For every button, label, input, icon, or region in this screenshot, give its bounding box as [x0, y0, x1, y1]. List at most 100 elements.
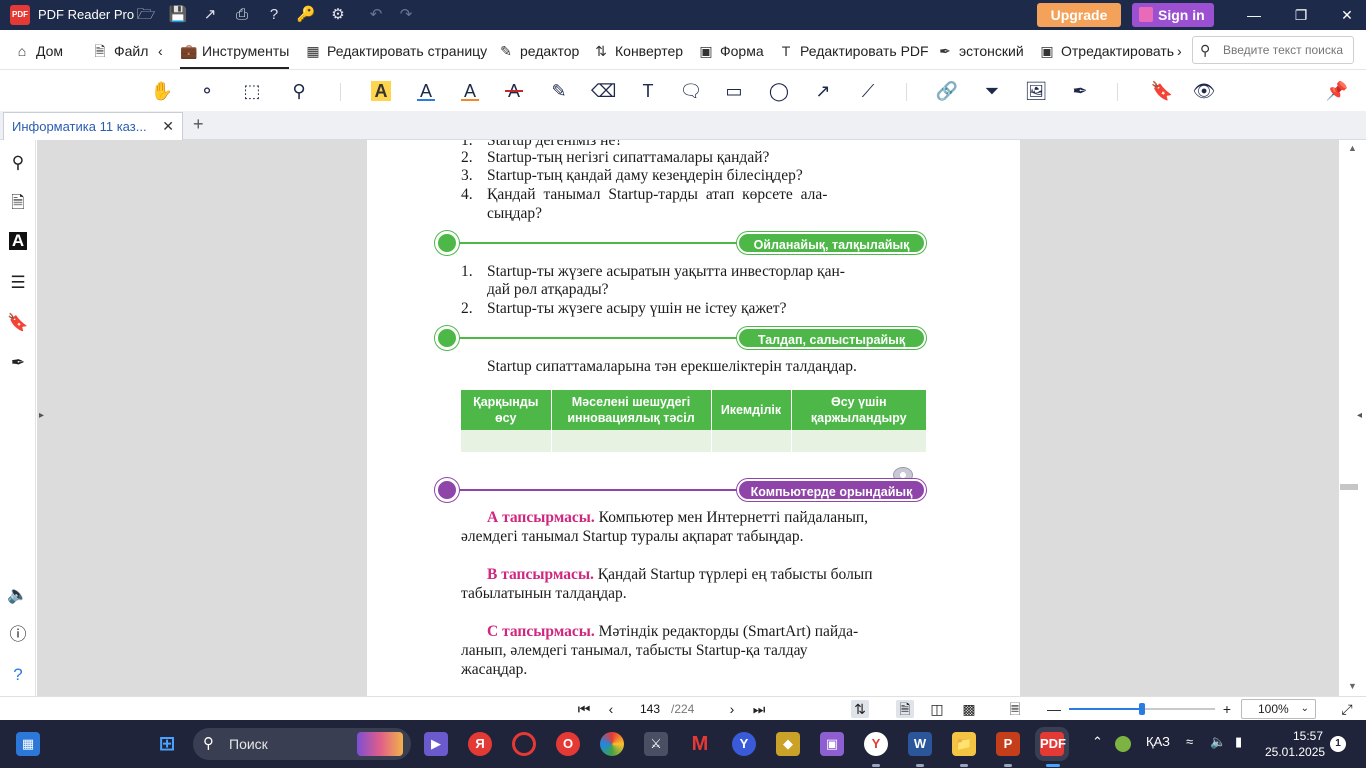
next-page-icon[interactable]: ›	[723, 700, 741, 718]
collapse-right-panel-icon[interactable]: ◂	[1357, 410, 1365, 422]
zoom-slider[interactable]	[1069, 703, 1215, 715]
minimize-icon[interactable]: —	[1244, 5, 1264, 25]
menu-redact[interactable]: ▣ Отредактировать	[1039, 41, 1174, 61]
page-rotate-icon[interactable]: 🗏	[1006, 700, 1024, 718]
read-aloud-icon[interactable]: 🔈	[7, 584, 29, 606]
hand-tool-icon[interactable]: ✋	[150, 79, 174, 103]
y-app-icon[interactable]: Y	[732, 732, 756, 756]
menu-scroll-right[interactable]: ›	[1177, 41, 1182, 61]
menu-home[interactable]: ⌂ Дом	[14, 41, 63, 61]
upgrade-button[interactable]: Upgrade	[1037, 3, 1121, 27]
pdf-reader-pro-icon[interactable]: PDF	[1040, 732, 1066, 756]
search-input[interactable]	[1223, 41, 1349, 59]
menu-scroll-left[interactable]: ‹	[158, 41, 163, 61]
rectangle-icon[interactable]: ▭	[722, 79, 746, 103]
search-panel-icon[interactable]: ⚲	[7, 152, 29, 174]
annotations-icon[interactable]: A	[9, 232, 27, 250]
yandex-browser-icon[interactable]: Y	[864, 732, 888, 756]
menu-edit-pdf[interactable]: T Редактировать PDF	[778, 41, 929, 61]
document-tab[interactable]: Информатика 11 каз... ✕	[3, 112, 183, 140]
file-explorer-icon[interactable]: 📁	[952, 732, 976, 756]
zoom-out-icon[interactable]: —	[1045, 700, 1063, 718]
opera-gx-icon[interactable]: O	[556, 732, 580, 756]
signature-icon[interactable]: ✒	[1068, 79, 1092, 103]
menu-sign[interactable]: ✒ эстонский	[937, 41, 1024, 61]
start-menu-icon[interactable]: ⊞	[155, 732, 179, 756]
meet-icon[interactable]: ▶	[424, 732, 448, 756]
info-icon[interactable]: ⓘ	[7, 624, 29, 646]
help-circle-icon[interactable]: ?	[7, 664, 29, 686]
word-icon[interactable]: W	[908, 732, 932, 756]
circle-icon[interactable]: ◯	[767, 79, 791, 103]
last-page-icon[interactable]: ⏭	[750, 700, 768, 718]
close-tab-icon[interactable]: ✕	[162, 118, 174, 135]
bookmarks-icon[interactable]: 🔖	[7, 312, 29, 334]
tray-expand-icon[interactable]: ⌃	[1092, 734, 1103, 750]
tray-app-icon[interactable]	[1115, 736, 1131, 752]
current-page-field[interactable]: 143	[631, 700, 669, 718]
binance-icon[interactable]: ◆	[776, 732, 800, 756]
yandex-icon[interactable]: Я	[468, 732, 492, 756]
scroll-up-icon[interactable]: ▲	[1348, 143, 1357, 153]
link-icon[interactable]: 🔗	[935, 79, 959, 103]
stamp-icon[interactable]: ⏷	[980, 79, 1004, 103]
zoom-in-icon[interactable]: +	[1218, 700, 1236, 718]
squiggly-text-icon[interactable]: A	[458, 79, 482, 103]
volume-icon[interactable]: 🔈	[1210, 734, 1226, 750]
eye-icon[interactable]: 👁	[1192, 79, 1216, 103]
continuous-scroll-icon[interactable]: ▩	[960, 700, 978, 718]
text-box-icon[interactable]: T	[636, 79, 660, 103]
signatures-icon[interactable]: ✒	[7, 352, 29, 374]
key-icon[interactable]: 🔑	[296, 5, 316, 25]
outline-icon[interactable]: ☰	[7, 272, 29, 294]
underline-text-icon[interactable]: A	[414, 79, 438, 103]
settings-icon[interactable]: ⚙	[328, 5, 348, 25]
battery-icon[interactable]: ▮	[1235, 734, 1242, 750]
menu-tools[interactable]: 💼 Инструменты	[180, 41, 290, 69]
save-icon[interactable]: 💾	[168, 5, 188, 25]
share-icon[interactable]: ↗	[200, 5, 220, 25]
select-text-icon[interactable]: ⚬	[195, 79, 219, 103]
strikeout-text-icon[interactable]: A	[502, 79, 526, 103]
mcafee-icon[interactable]: M	[688, 732, 712, 756]
redo-icon[interactable]: ↷	[396, 5, 416, 25]
highlight-text-icon[interactable]: A	[371, 81, 391, 101]
clock[interactable]: 15:57 25.01.2025	[1265, 728, 1325, 760]
menu-edit-page[interactable]: ▦ Редактировать страницу	[305, 41, 487, 61]
taskbar-search[interactable]: ⚲ Поиск	[193, 728, 411, 760]
zoom-area-icon[interactable]: ⚲	[287, 79, 311, 103]
notification-badge[interactable]: 1	[1330, 736, 1346, 752]
game-shield-icon[interactable]: ⚔	[644, 732, 668, 756]
menu-file[interactable]: 🗎 Файл	[92, 41, 148, 61]
first-page-icon[interactable]: ⏮	[575, 700, 593, 718]
line-icon[interactable]: ⟋	[856, 79, 880, 103]
scroll-down-icon[interactable]: ▼	[1348, 681, 1357, 691]
thumbnails-icon[interactable]: 🗎	[7, 192, 29, 214]
menu-form[interactable]: ▣ Форма	[698, 41, 763, 61]
language-indicator[interactable]: ҚАЗ	[1146, 734, 1170, 749]
gamepad-icon[interactable]: ▣	[820, 732, 844, 756]
zoom-slider-knob[interactable]	[1139, 703, 1145, 715]
prev-page-icon[interactable]: ‹	[602, 700, 620, 718]
area-select-icon[interactable]: ⬚	[240, 79, 264, 103]
fullscreen-icon[interactable]: ⤢	[1338, 700, 1356, 718]
bookmark-icon[interactable]: 🔖	[1150, 79, 1174, 103]
help-icon[interactable]: ?	[264, 5, 284, 25]
powerpoint-icon[interactable]: P	[996, 732, 1020, 756]
widgets-icon[interactable]: ▦	[16, 732, 40, 756]
two-page-icon[interactable]: ◫	[928, 700, 946, 718]
wifi-icon[interactable]: ≈	[1186, 734, 1193, 749]
fit-width-icon[interactable]: ⇅	[851, 700, 869, 718]
restore-icon[interactable]: ❐	[1291, 5, 1311, 25]
menu-editor[interactable]: ✎ редактор	[498, 41, 579, 61]
eraser-icon[interactable]: ⌫	[591, 79, 616, 103]
single-page-icon[interactable]: 🗎	[896, 700, 914, 718]
undo-icon[interactable]: ↶	[366, 5, 386, 25]
chrome-icon[interactable]	[600, 732, 624, 756]
collapse-left-panel-icon[interactable]: ▸	[39, 410, 47, 422]
sign-in-button[interactable]: Sign in	[1132, 3, 1214, 27]
scrollbar-thumb[interactable]	[1340, 484, 1358, 490]
new-tab-icon[interactable]: +	[193, 114, 204, 135]
zoom-select[interactable]: 100% ⌄	[1241, 699, 1316, 719]
print-icon[interactable]: ⎙	[232, 5, 252, 25]
